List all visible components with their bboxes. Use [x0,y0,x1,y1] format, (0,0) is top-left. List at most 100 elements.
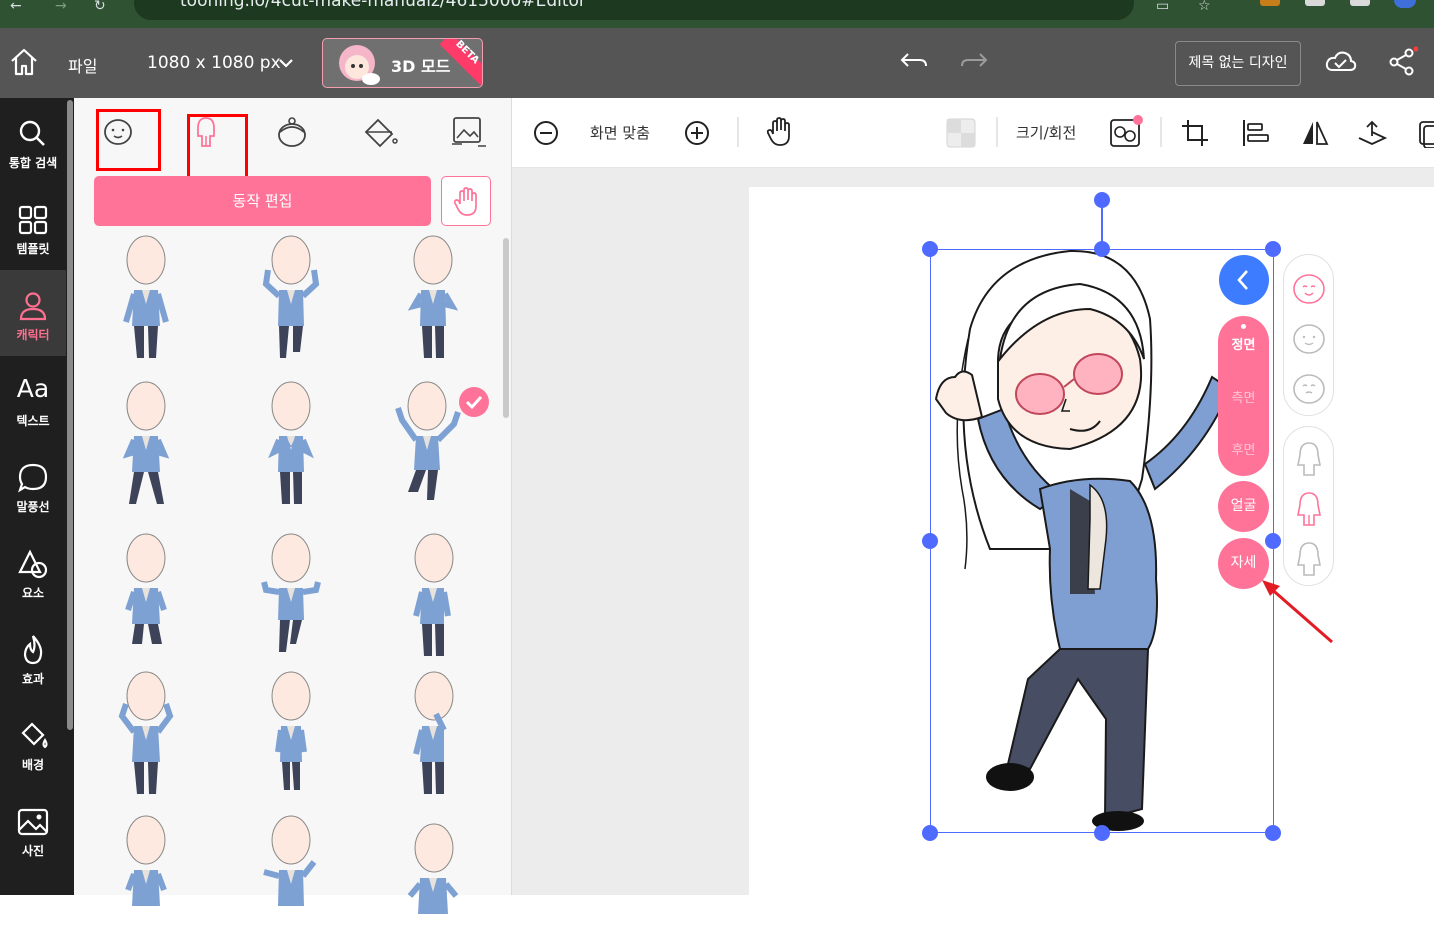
bucket-icon[interactable] [360,114,400,150]
back-icon[interactable]: ← [10,0,22,13]
pose-thumbnail[interactable] [398,670,468,800]
resize-handle[interactable] [1265,533,1281,549]
view-side-button[interactable]: 측면 [1218,387,1269,406]
nav-item-label: 배경 [21,758,45,772]
redo-icon[interactable] [958,50,990,74]
face-button[interactable]: 얼굴 [1218,481,1269,532]
size-rotate-button[interactable]: 크기/회전 [1016,122,1076,143]
pose-thumbnail[interactable] [398,532,468,662]
search-icon [19,120,45,146]
face-expression-icon[interactable] [1291,317,1327,357]
bookmark-star-icon[interactable]: ☆ [1198,0,1211,13]
3d-mode-label: 3D 모드 [391,57,451,76]
pose-thumbnail[interactable] [256,670,326,800]
chevron-down-icon[interactable] [278,58,294,68]
pose-thumbnail[interactable] [256,380,326,510]
pose-thumbnail[interactable] [112,234,182,364]
nav-item-label: 통합 검색 [8,156,58,170]
grid-icon [18,205,48,235]
motion-edit-label: 동작 편집 [232,192,293,210]
forward-icon[interactable]: → [55,0,67,13]
extension-icon[interactable] [1350,0,1370,6]
view-back-button[interactable]: 후면 [1218,439,1269,458]
crop-icon[interactable] [1180,118,1210,148]
profile-avatar[interactable] [1394,0,1416,8]
motion-edit-button[interactable]: 동작 편집 [94,176,431,226]
duplicate-icon[interactable] [1416,118,1434,148]
hand-icon [453,187,477,216]
app-header: 파일 1080 x 1080 px 3D 모드 BETA 제목 없는 디자인 [0,28,1434,98]
body-pose-pill [1283,426,1334,586]
share-icon[interactable] [1386,46,1418,78]
pose-thumbnail[interactable] [112,380,182,510]
character-swap-icon[interactable] [1108,114,1144,150]
3d-mode-button[interactable]: 3D 모드 BETA [322,38,483,88]
collapse-controls-button[interactable] [1219,255,1269,305]
pose-thumbnail[interactable] [256,234,326,364]
pose-thumbnail[interactable] [112,532,182,662]
flip-icon[interactable] [1300,118,1330,148]
resize-handle[interactable] [922,533,938,549]
view-front-button[interactable]: 정면 [1218,334,1269,353]
hair-icon[interactable] [272,114,312,150]
resize-handle[interactable] [1094,825,1110,841]
align-icon[interactable] [1240,118,1270,148]
nav-item-character[interactable]: 캐릭터 [0,270,66,356]
pose-thumbnail[interactable] [112,670,182,800]
layer-order-icon[interactable] [1356,118,1388,148]
hand-pan-icon[interactable] [766,116,794,148]
nav-item-label: 캐릭터 [16,328,50,342]
zoom-out-icon[interactable] [533,120,559,146]
file-menu[interactable]: 파일 [68,53,97,77]
pose-thumbnail[interactable] [398,234,468,364]
nav-scrollbar-thumb[interactable] [67,100,73,730]
resize-handle[interactable] [922,825,938,841]
extension-icon[interactable] [1305,0,1325,6]
nav-item-elements[interactable]: 요소 [0,528,66,614]
pose-thumbnail-selected[interactable] [394,380,464,510]
nav-item-background[interactable]: 배경 [0,700,66,786]
fit-screen-button[interactable]: 화면 맞춤 [590,122,650,143]
design-title-button[interactable]: 제목 없는 디자인 [1175,41,1301,86]
face-expression-icon[interactable] [1291,367,1327,407]
pose-thumbnail[interactable] [398,822,468,952]
pose-thumbnail[interactable] [112,814,182,944]
canvas-size-label[interactable]: 1080 x 1080 px [147,53,281,73]
resize-handle[interactable] [922,241,938,257]
body-pose-icon[interactable] [1292,539,1326,579]
design-title-label: 제목 없는 디자인 [1188,55,1288,71]
pose-thumbnail[interactable] [256,532,326,662]
install-app-icon[interactable]: ▭ [1156,0,1169,13]
face-expression-icon[interactable] [1291,267,1327,307]
home-icon[interactable] [9,47,39,77]
resize-handle[interactable] [1265,825,1281,841]
nav-item-photo[interactable]: 사진 [0,786,66,872]
paint-bucket-icon [21,722,48,749]
transparency-icon[interactable] [946,118,976,148]
nav-item-effects[interactable]: 효과 [0,614,66,700]
undo-icon[interactable] [898,50,930,74]
image-swap-icon[interactable] [448,114,488,150]
nav-item-speech-bubble[interactable]: 말풍선 [0,442,66,528]
resize-handle[interactable] [1265,241,1281,257]
left-nav: 통합 검색 템플릿 캐릭터 Aa 텍스트 말풍선 요소 효과 배경 사진 [0,98,66,895]
body-pose-icon[interactable] [1292,489,1326,529]
chevron-left-icon [1237,270,1248,290]
text-icon: Aa [16,374,50,403]
nav-item-templates[interactable]: 템플릿 [0,184,66,270]
body-pose-icon[interactable] [1292,439,1326,479]
nav-item-label: 말풍선 [16,500,50,514]
address-bar[interactable]: tooning.io/4cut-make-manualz/4615000#Edi… [134,0,1134,20]
nav-item-text[interactable]: Aa 텍스트 [0,356,66,442]
reload-icon[interactable]: ↻ [94,0,106,13]
zoom-in-icon[interactable] [684,120,710,146]
cloud-save-icon[interactable] [1324,48,1358,76]
extension-icon[interactable] [1260,0,1280,6]
hand-pose-button[interactable] [441,176,491,226]
panel-scrollbar[interactable] [503,238,509,418]
rotate-handle[interactable] [1094,192,1110,208]
resize-handle[interactable] [1094,241,1110,257]
face-expression-pill [1283,254,1334,416]
pose-thumbnail[interactable] [256,814,326,944]
nav-item-search[interactable]: 통합 검색 [0,98,66,184]
